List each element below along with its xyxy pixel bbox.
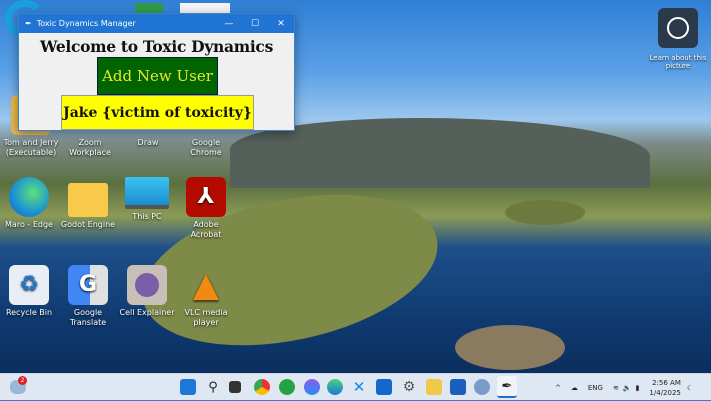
start-icon[interactable] bbox=[180, 379, 196, 395]
cloud-icon[interactable]: ☁ bbox=[571, 384, 578, 392]
acrobat-icon: ⅄ bbox=[186, 177, 226, 217]
vscode-icon[interactable]: ✕ bbox=[351, 378, 367, 396]
task-view-icon[interactable] bbox=[229, 381, 241, 393]
python-app-icon[interactable] bbox=[474, 379, 490, 395]
feather-icon: ✒ bbox=[25, 19, 32, 28]
volume-icon[interactable]: 🔈 bbox=[623, 384, 632, 392]
desktop-icon-cell-explainer[interactable]: Cell Explainer bbox=[119, 265, 175, 318]
file-explorer-icon[interactable] bbox=[426, 379, 442, 395]
chevron-up-icon[interactable]: ^ bbox=[555, 384, 561, 392]
chrome-icon[interactable] bbox=[254, 379, 270, 395]
window-title: Toxic Dynamics Manager bbox=[36, 19, 136, 28]
cell-icon bbox=[127, 265, 167, 305]
add-new-user-button[interactable]: Add New User bbox=[97, 57, 218, 95]
desktop-icon-vlc[interactable]: ▲ VLC media player bbox=[178, 265, 234, 328]
taskbar: 2 ⚲ ✕ ⚙ ✒ ^ ☁ ENG ≋ 🔈 ▮ 2:56 AM 1/4/2025… bbox=[0, 373, 711, 400]
edge-taskbar-icon[interactable] bbox=[327, 379, 343, 395]
weather-widget[interactable]: 2 bbox=[10, 376, 27, 394]
search-icon[interactable]: ⚲ bbox=[205, 379, 221, 395]
translate-icon: G bbox=[68, 265, 108, 305]
system-tray: ^ ☁ ENG ≋ 🔈 ▮ 2:56 AM 1/4/2025 ☾ bbox=[555, 374, 693, 401]
edge-icon bbox=[9, 177, 49, 217]
desktop-icon-acrobat[interactable]: ⅄ Adobe Acrobat bbox=[178, 177, 234, 240]
island-right bbox=[505, 200, 585, 225]
monitor-icon bbox=[125, 177, 169, 209]
minimize-button[interactable]: — bbox=[216, 19, 242, 29]
feather-app-icon[interactable]: ✒ bbox=[497, 376, 517, 398]
user-button-jake[interactable]: Jake {victim of toxicity} bbox=[61, 95, 254, 130]
desktop-icon-godot[interactable]: Godot Engine bbox=[60, 177, 116, 230]
battery-icon[interactable]: ▮ bbox=[636, 384, 640, 392]
language-indicator[interactable]: ENG bbox=[588, 384, 603, 392]
notification-badge: 2 bbox=[18, 376, 27, 385]
close-button[interactable]: ✕ bbox=[268, 19, 294, 29]
settings-icon[interactable]: ⚙ bbox=[401, 379, 417, 395]
notifications-icon[interactable]: ☾ bbox=[687, 384, 693, 392]
desktop-icon-maro-edge[interactable]: Maro - Edge bbox=[1, 177, 57, 230]
whatsapp-icon[interactable] bbox=[279, 379, 295, 395]
desktop-icon-this-pc[interactable]: This PC bbox=[119, 177, 175, 222]
camera-icon bbox=[658, 8, 698, 48]
outlook-icon[interactable] bbox=[376, 379, 392, 395]
recycle-bin-icon: ♻ bbox=[9, 265, 49, 305]
date: 1/4/2025 bbox=[649, 388, 681, 397]
clock[interactable]: 2:56 AM 1/4/2025 bbox=[649, 378, 680, 398]
copilot-icon[interactable] bbox=[304, 379, 320, 395]
wifi-icon[interactable]: ≋ bbox=[613, 384, 619, 392]
time: 2:56 AM bbox=[652, 378, 681, 387]
learn-picture-widget[interactable]: Learn about this picture bbox=[648, 8, 708, 70]
vlc-icon: ▲ bbox=[192, 265, 220, 305]
rocks bbox=[455, 325, 565, 370]
folder-icon bbox=[68, 183, 108, 217]
title-bar[interactable]: ✒ Toxic Dynamics Manager — ☐ ✕ bbox=[19, 14, 294, 33]
store-icon[interactable] bbox=[450, 379, 466, 395]
app-window: ✒ Toxic Dynamics Manager — ☐ ✕ Welcome t… bbox=[18, 13, 295, 131]
maximize-button[interactable]: ☐ bbox=[242, 19, 268, 29]
desktop-icon-google-translate[interactable]: G Google Translate bbox=[60, 265, 116, 328]
desktop-icon-recycle-bin[interactable]: ♻ Recycle Bin bbox=[1, 265, 57, 318]
